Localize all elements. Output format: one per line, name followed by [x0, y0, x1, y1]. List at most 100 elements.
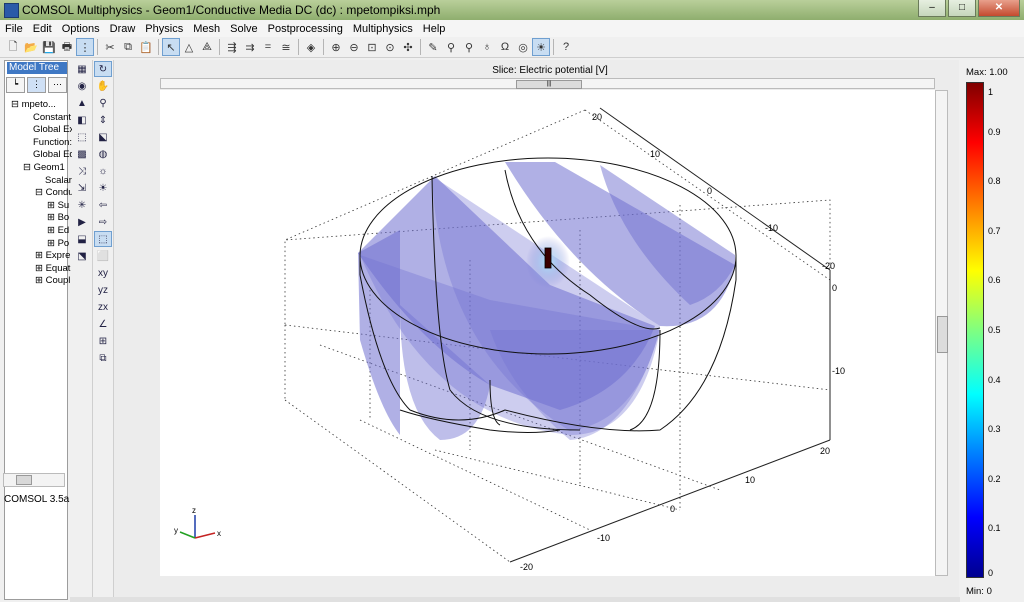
print-icon[interactable]: 🖶 [58, 38, 76, 56]
restart-icon[interactable]: ⇉ [241, 38, 259, 56]
mesh-icon[interactable]: ▦ [73, 61, 91, 77]
xy-plane-icon[interactable]: xy [94, 265, 112, 281]
maximize-button[interactable]: □ [948, 0, 976, 17]
pan-hand-icon[interactable]: ✋ [94, 78, 112, 94]
arrow-plot-icon[interactable]: ⇲ [73, 180, 91, 196]
paste-icon[interactable]: 📋 [137, 38, 155, 56]
save-icon[interactable]: 💾 [40, 38, 58, 56]
probe-group-icon[interactable]: ⚲ [460, 38, 478, 56]
cut-icon[interactable]: ✂ [101, 38, 119, 56]
zoom-in-icon[interactable]: ⊕ [327, 38, 345, 56]
y-tick-label: -20 [822, 261, 835, 271]
omega-icon[interactable]: Ω [496, 38, 514, 56]
transparency-icon[interactable]: ⬜ [94, 248, 112, 264]
axes-icon[interactable]: ∠ [94, 316, 112, 332]
help-icon[interactable]: ? [557, 38, 575, 56]
wireframe-icon[interactable]: ⬚ [94, 231, 112, 247]
edit-icon[interactable]: ✎ [424, 38, 442, 56]
animation-icon[interactable]: ▶ [73, 214, 91, 230]
rotate-icon[interactable]: ✣ [399, 38, 417, 56]
select-pointer-icon[interactable]: ↖ [162, 38, 180, 56]
isosurface-icon[interactable]: ⬓ [73, 231, 91, 247]
light-icon[interactable]: ☼ [94, 163, 112, 179]
menu-physics[interactable]: Physics [140, 23, 188, 35]
plot-horizontal-scrollbar[interactable]: ||| [160, 78, 935, 89]
parametric-icon[interactable]: ≅ [277, 38, 295, 56]
z-tick-label: 0 [832, 283, 837, 293]
axis-triad: z x y [174, 506, 221, 539]
menu-postprocessing[interactable]: Postprocessing [263, 23, 348, 35]
refine-mesh-icon[interactable]: ⟁ [198, 38, 216, 56]
copy-view-icon[interactable]: ⧉ [94, 350, 112, 366]
menu-solve[interactable]: Solve [225, 23, 263, 35]
zoom-extents-icon[interactable]: ⊙ [381, 38, 399, 56]
title-bar: COMSOL Multiphysics - Geom1/Conductive M… [0, 0, 1024, 20]
particle-icon[interactable]: ✳ [73, 197, 91, 213]
slice-surfaces [358, 162, 735, 440]
zoom-out-icon[interactable]: ⊖ [345, 38, 363, 56]
minimize-button[interactable]: – [918, 0, 946, 17]
undo-view-icon[interactable]: ⇦ [94, 197, 112, 213]
scroll-thumb[interactable]: ||| [516, 80, 582, 89]
toolbar-separator [553, 39, 554, 55]
triangle-mesh-icon[interactable]: △ [180, 38, 198, 56]
deform-icon[interactable]: ⬔ [73, 248, 91, 264]
equals-icon[interactable]: = [259, 38, 277, 56]
streamline-icon[interactable]: ⤨ [73, 163, 91, 179]
plot-view[interactable]: -20 -10 0 10 20 20 10 0 -10 -20 0 -10 z … [160, 90, 935, 576]
open-folder-icon[interactable]: 📂 [22, 38, 40, 56]
plot-vertical-scrollbar[interactable] [935, 90, 948, 576]
x-tick-label: 20 [820, 446, 830, 456]
swirl-icon[interactable]: ◉ [73, 78, 91, 94]
box-wireframe-icon[interactable]: ⬚ [73, 129, 91, 145]
probe-icon[interactable]: ⚲ [442, 38, 460, 56]
toolbar-separator [158, 39, 159, 55]
orbit-icon[interactable]: ↻ [94, 61, 112, 77]
plot-icon[interactable]: ◈ [302, 38, 320, 56]
zoom-magnifier-icon[interactable]: ⚲ [94, 95, 112, 111]
menu-help[interactable]: Help [418, 23, 451, 35]
model-tree-toggle-icon[interactable]: ⋮ [76, 38, 94, 56]
menu-options[interactable]: Options [57, 23, 105, 35]
add-view-icon[interactable]: ⊞ [94, 333, 112, 349]
colorbar-tick: 0 [988, 568, 994, 579]
menu-file[interactable]: File [0, 23, 28, 35]
zoom-window-icon[interactable]: ⊡ [363, 38, 381, 56]
move-icon[interactable]: ⇕ [94, 112, 112, 128]
menu-edit[interactable]: Edit [28, 23, 57, 35]
copy-icon[interactable]: ⧉ [119, 38, 137, 56]
x-tick-label: -20 [520, 562, 533, 572]
menu-draw[interactable]: Draw [105, 23, 141, 35]
grid-icon[interactable]: ▩ [73, 146, 91, 162]
scene-light-icon[interactable]: ☀ [532, 38, 550, 56]
scroll-thumb[interactable] [937, 316, 948, 353]
menu-mesh[interactable]: Mesh [188, 23, 225, 35]
color-triangle-icon[interactable]: ▲ [73, 95, 91, 111]
model-tree-tab[interactable]: Model Tree [7, 62, 67, 74]
slice-plot-svg[interactable]: -20 -10 0 10 20 20 10 0 -10 -20 0 -10 z … [160, 90, 935, 576]
redo-view-icon[interactable]: ⇨ [94, 214, 112, 230]
close-button[interactable]: ✕ [978, 0, 1020, 17]
model-tree-horizontal-scrollbar[interactable] [3, 473, 65, 487]
tree-detail-icon[interactable]: ⋮ [27, 77, 46, 93]
tree-item[interactable]: ⊟ mpeto... [7, 99, 71, 112]
tree-list-icon[interactable]: ⋯ [48, 77, 67, 93]
subdomain-icon[interactable]: ♁ [478, 38, 496, 56]
zx-plane-icon[interactable]: zx [94, 299, 112, 315]
y-tick-label: -10 [765, 223, 778, 233]
main-toolbar: 🗋 📂 💾 🖶 ⋮ ✂ ⧉ 📋 ↖ △ ⟁ ⇶ ⇉ = ≅ ◈ ⊕ ⊖ ⊡ ⊙ … [0, 37, 1024, 58]
camera-icon[interactable]: ◍ [94, 146, 112, 162]
menu-multiphysics[interactable]: Multiphysics [348, 23, 418, 35]
solve-icon[interactable]: ⇶ [223, 38, 241, 56]
new-file-icon[interactable]: 🗋 [4, 38, 22, 56]
circle-icon[interactable]: ◎ [514, 38, 532, 56]
select-region-icon[interactable]: ⬕ [94, 129, 112, 145]
yz-plane-icon[interactable]: yz [94, 282, 112, 298]
tree-view-icon[interactable]: ┕ [6, 77, 25, 93]
electrode[interactable] [544, 247, 552, 269]
colorbar-tick: 0.6 [988, 275, 1001, 286]
headlight-icon[interactable]: ☀ [94, 180, 112, 196]
cube-icon[interactable]: ◧ [73, 112, 91, 128]
x-tick-label: 10 [745, 475, 755, 485]
colorbar-tick: 0.1 [988, 523, 1001, 534]
